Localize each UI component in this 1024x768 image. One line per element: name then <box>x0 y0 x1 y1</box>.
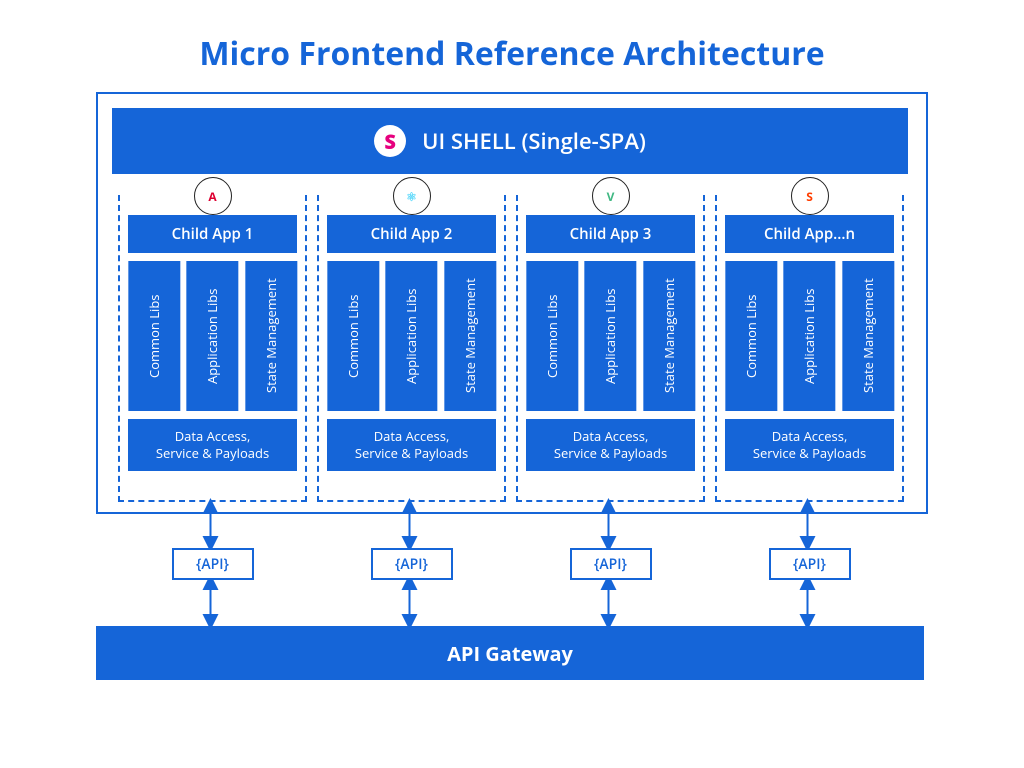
diagram-canvas: Micro Frontend Reference Architecture S … <box>0 0 1024 768</box>
diagram-title: Micro Frontend Reference Architecture <box>0 32 1024 75</box>
api-label-box: {API} <box>570 548 652 580</box>
child-app-group: SChild App...nCommon LibsApplication Lib… <box>715 195 904 502</box>
api-label-box: {API} <box>769 548 851 580</box>
child-app-data-access: Data Access, Service & Payloads <box>526 419 695 471</box>
api-label: {API} <box>594 555 627 574</box>
child-app-libs-row: Common LibsApplication LibsState Managem… <box>128 261 297 411</box>
ui-shell-box: S UI SHELL (Single-SPA) <box>112 108 908 174</box>
child-app-libs-row: Common LibsApplication LibsState Managem… <box>526 261 695 411</box>
child-app-header: Child App...n <box>725 215 894 253</box>
child-app-header: Child App 1 <box>128 215 297 253</box>
child-app-lib: State Management <box>643 261 695 411</box>
api-gateway-box: API Gateway <box>96 626 924 680</box>
angular-icon: A <box>194 177 232 215</box>
child-app-name: Child App 1 <box>172 224 254 244</box>
api-label: {API} <box>196 555 229 574</box>
single-spa-icon: S <box>374 125 406 157</box>
child-app-group: VChild App 3Common LibsApplication LibsS… <box>516 195 705 502</box>
child-app-data-access: Data Access, Service & Payloads <box>327 419 496 471</box>
ui-shell-label: UI SHELL (Single-SPA) <box>422 126 646 156</box>
child-app-data-access: Data Access, Service & Payloads <box>128 419 297 471</box>
child-app-name: Child App 3 <box>570 224 652 244</box>
child-app-lib: Common Libs <box>128 261 180 411</box>
child-app-header: Child App 3 <box>526 215 695 253</box>
child-app-lib: State Management <box>444 261 496 411</box>
child-app-group: AChild App 1Common LibsApplication LibsS… <box>118 195 307 502</box>
api-label: {API} <box>395 555 428 574</box>
child-app-lib: Common Libs <box>526 261 578 411</box>
child-app-data-access: Data Access, Service & Payloads <box>725 419 894 471</box>
child-app-lib: State Management <box>245 261 297 411</box>
api-label: {API} <box>793 555 826 574</box>
child-app-lib: Common Libs <box>725 261 777 411</box>
child-app-lib: Common Libs <box>327 261 379 411</box>
api-label-box: {API} <box>371 548 453 580</box>
child-app-lib: State Management <box>842 261 894 411</box>
api-label-box: {API} <box>172 548 254 580</box>
child-app-lib: Application Libs <box>385 261 437 411</box>
child-app-libs-row: Common LibsApplication LibsState Managem… <box>327 261 496 411</box>
child-app-lib: Application Libs <box>186 261 238 411</box>
vue-icon: V <box>592 177 630 215</box>
child-app-group: ⚛Child App 2Common LibsApplication LibsS… <box>317 195 506 502</box>
svelte-icon: S <box>791 177 829 215</box>
child-app-header: Child App 2 <box>327 215 496 253</box>
api-gateway-label: API Gateway <box>447 640 573 667</box>
child-app-lib: Application Libs <box>584 261 636 411</box>
react-icon: ⚛ <box>393 177 431 215</box>
child-app-lib: Application Libs <box>783 261 835 411</box>
child-app-libs-row: Common LibsApplication LibsState Managem… <box>725 261 894 411</box>
child-app-name: Child App...n <box>764 224 855 244</box>
child-app-name: Child App 2 <box>371 224 453 244</box>
